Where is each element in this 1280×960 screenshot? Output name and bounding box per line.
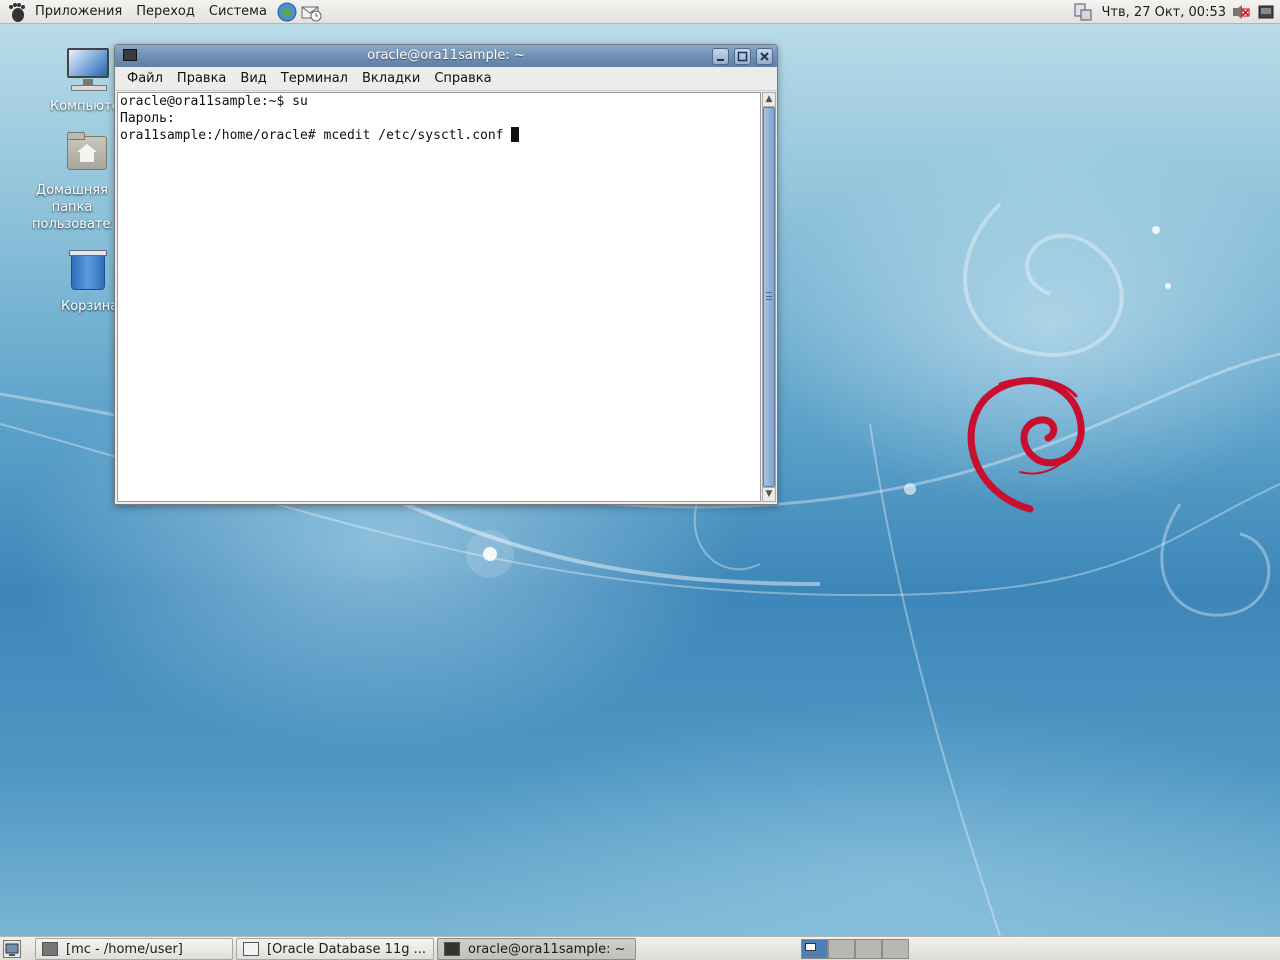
workspace-2[interactable]	[828, 939, 855, 959]
window-titlebar[interactable]: oracle@ora11sample: ~	[115, 45, 777, 67]
show-desktop-button[interactable]	[3, 940, 21, 958]
maximize-button[interactable]	[734, 48, 751, 65]
maximize-icon	[737, 51, 748, 62]
menu-applications[interactable]: Приложения	[28, 0, 129, 24]
close-icon	[760, 52, 769, 61]
home-folder-icon	[63, 130, 111, 178]
show-desktop-icon[interactable]	[1258, 1, 1274, 23]
terminal-prompt-text: ora11sample:/home/oracle# mcedit /etc/sy…	[120, 128, 512, 143]
scroll-down-arrow-icon[interactable]: ▼	[763, 487, 775, 501]
show-desktop-icon	[5, 943, 19, 956]
mail-client-icon[interactable]	[300, 1, 322, 23]
minimize-button[interactable]	[712, 48, 729, 65]
desktop-icon-label: Домашняя папка пользователя oracle	[32, 183, 112, 232]
scrollbar-thumb[interactable]	[763, 107, 775, 487]
taskbar-button-oracle-installer[interactable]: [Oracle Database 11g ...	[236, 938, 434, 960]
taskbar-button-mc[interactable]: [mc - /home/user]	[35, 938, 233, 960]
grip-icon	[766, 292, 772, 300]
panel-notification-area: Чтв, 27 Окт, 00:53	[1072, 0, 1280, 24]
taskbar-label: [Oracle Database 11g ...	[267, 941, 426, 957]
terminal-window: oracle@ora11sample: ~ Файл Правка Вид Те…	[114, 44, 778, 505]
window-app-icon	[243, 942, 259, 956]
window-title: oracle@ora11sample: ~	[367, 48, 525, 63]
menu-file[interactable]: Файл	[120, 71, 170, 86]
network-icon[interactable]	[1072, 1, 1094, 23]
menu-help[interactable]: Справка	[427, 71, 498, 86]
minimize-icon	[717, 59, 724, 61]
menu-system[interactable]: Система	[202, 0, 274, 24]
bottom-panel: [mc - /home/user] [Oracle Database 11g .…	[0, 936, 1280, 960]
vertical-scrollbar[interactable]: ▲ ▼	[762, 92, 776, 502]
terminal-app-icon	[444, 942, 460, 956]
workspace-4[interactable]	[882, 939, 909, 959]
computer-icon	[63, 46, 111, 94]
debian-logo	[967, 377, 1085, 513]
volume-muted-icon[interactable]	[1230, 1, 1250, 23]
terminal-app-icon	[42, 942, 58, 956]
workspace-3[interactable]	[855, 939, 882, 959]
trash-icon	[63, 246, 111, 294]
text-cursor	[511, 127, 520, 142]
menu-places[interactable]: Переход	[129, 0, 202, 24]
web-browser-icon[interactable]	[276, 1, 298, 23]
terminal-output[interactable]: oracle@ora11sample:~$ su Пароль: ora11sa…	[117, 92, 761, 502]
menu-tabs[interactable]: Вкладки	[355, 71, 427, 86]
workspace-1[interactable]	[801, 939, 828, 959]
terminal-line: oracle@ora11sample:~$ su	[120, 94, 308, 109]
menu-edit[interactable]: Правка	[170, 71, 233, 86]
taskbar-label: oracle@ora11sample: ~	[468, 941, 626, 957]
taskbar-label: [mc - /home/user]	[66, 941, 183, 957]
top-panel: Приложения Переход Система Чтв, 27 Окт, …	[0, 0, 1280, 24]
window-menu-icon[interactable]	[123, 49, 137, 61]
workspace-window-thumbnail	[805, 943, 816, 951]
menu-terminal[interactable]: Терминал	[274, 71, 355, 86]
terminal-line-current: ora11sample:/home/oracle# mcedit /etc/sy…	[118, 127, 760, 144]
taskbar-button-terminal[interactable]: oracle@ora11sample: ~	[437, 938, 636, 960]
clock[interactable]: Чтв, 27 Окт, 00:53	[1098, 5, 1230, 20]
menu-view[interactable]: Вид	[233, 71, 273, 86]
terminal-line: Пароль:	[120, 111, 175, 126]
terminal-menubar: Файл Правка Вид Терминал Вкладки Справка	[115, 67, 777, 91]
close-button[interactable]	[756, 48, 773, 65]
scroll-up-arrow-icon[interactable]: ▲	[763, 93, 775, 107]
gnome-foot-icon[interactable]	[6, 1, 28, 23]
